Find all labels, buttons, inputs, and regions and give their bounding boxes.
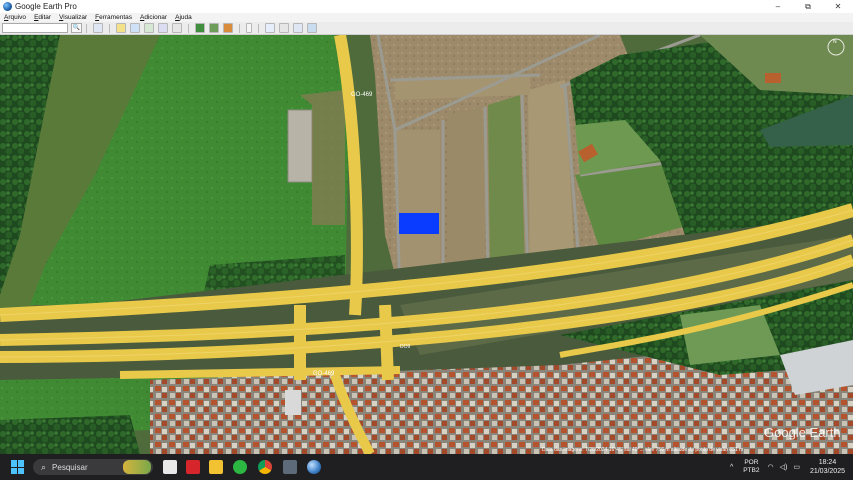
planets-icon[interactable]	[223, 23, 233, 33]
menu-ajuda[interactable]: Ajuda	[171, 14, 196, 21]
taskbar-search[interactable]: ⌕ Pesquisar	[33, 459, 153, 475]
taskbar-search-placeholder: Pesquisar	[52, 462, 88, 472]
white-building	[285, 390, 301, 415]
path-icon[interactable]	[144, 23, 154, 33]
menu-bar: Arquivo Editar Visualizar Ferramentas Ad…	[0, 13, 853, 22]
taskbar-app-icon[interactable]	[186, 460, 200, 474]
print-icon[interactable]	[279, 23, 289, 33]
taskbar: ⌕ Pesquisar ^ POR PTB2 ◠ ◁) ▭ 18:24 21/0…	[0, 454, 853, 480]
language-top: POR	[744, 459, 759, 466]
placemark-icon[interactable]	[116, 23, 126, 33]
menu-visualizar[interactable]: Visualizar	[55, 14, 91, 21]
toolbar-divider	[239, 23, 240, 33]
calculator-icon[interactable]	[283, 460, 297, 474]
compass-north-icon: N	[833, 39, 837, 45]
trees-bottom-left	[0, 415, 140, 454]
road-label-go-469-north: GO-469	[351, 92, 373, 98]
language-indicator[interactable]: POR PTB2	[743, 459, 759, 475]
language-bottom: PTB2	[743, 467, 760, 474]
map-view[interactable]: GO-469 GO-469 DO9 N Google Earth Data da…	[0, 35, 853, 454]
chrome-icon[interactable]	[258, 460, 272, 474]
file-explorer-icon[interactable]	[209, 460, 223, 474]
search-input[interactable]	[2, 23, 68, 33]
whatsapp-icon[interactable]	[233, 460, 247, 474]
minimize-button[interactable]: –	[763, 0, 793, 13]
historical-imagery-icon[interactable]	[195, 23, 205, 33]
clock-time: 18:24	[818, 459, 837, 466]
warehouse-building	[287, 109, 313, 183]
view-in-maps-icon[interactable]	[307, 23, 317, 33]
selected-area-polygon[interactable]	[399, 213, 439, 234]
start-button[interactable]	[11, 460, 25, 474]
toolbar-divider	[188, 23, 189, 33]
menu-adicionar[interactable]: Adicionar	[136, 14, 171, 21]
road-label-do9: DO9	[400, 344, 411, 350]
volume-icon[interactable]: ◁)	[780, 463, 788, 471]
search-button[interactable]: 🔍	[71, 23, 82, 33]
toolbar-divider	[258, 23, 259, 33]
task-view-icon[interactable]	[163, 460, 177, 474]
image-overlay-icon[interactable]	[158, 23, 168, 33]
email-icon[interactable]	[265, 23, 275, 33]
roof-top-right	[765, 73, 781, 83]
search-icon: 🔍	[72, 25, 81, 31]
road-label-go-469-south: GO-469	[313, 371, 335, 377]
title-bar: Google Earth Pro – ⧉ ✕	[0, 0, 853, 13]
polygon-icon[interactable]	[130, 23, 140, 33]
toolbar-divider	[109, 23, 110, 33]
wifi-icon[interactable]: ◠	[768, 463, 774, 471]
menu-ferramentas[interactable]: Ferramentas	[91, 14, 136, 21]
google-earth-icon	[3, 2, 12, 11]
battery-icon[interactable]: ▭	[793, 463, 800, 471]
clock-date: 21/03/2025	[809, 468, 845, 475]
menu-arquivo[interactable]: Arquivo	[0, 14, 30, 21]
google-earth-icon[interactable]	[307, 460, 321, 474]
search-icon: ⌕	[41, 461, 47, 472]
toolbar: 🔍	[0, 22, 853, 35]
google-earth-watermark: Google Earth	[764, 425, 841, 440]
window-controls: – ⧉ ✕	[763, 0, 853, 13]
ruler-icon[interactable]	[246, 23, 252, 33]
record-tour-icon[interactable]	[172, 23, 182, 33]
maximize-button[interactable]: ⧉	[793, 0, 823, 13]
lot-block-3	[488, 95, 525, 273]
search-highlight-icon	[123, 460, 151, 474]
lot-block-2	[447, 107, 485, 275]
system-tray: ^ POR PTB2 ◠ ◁) ▭ 18:24 21/03/2025	[730, 454, 853, 480]
go-469-south	[119, 366, 401, 379]
tray-chevron-icon[interactable]: ^	[730, 464, 733, 471]
window-title: Google Earth Pro	[15, 2, 77, 11]
sidebar-toggle-icon[interactable]	[93, 23, 103, 33]
save-image-icon[interactable]	[293, 23, 303, 33]
toolbar-divider	[86, 23, 87, 33]
menu-editar[interactable]: Editar	[30, 14, 55, 21]
clock[interactable]: 18:24 21/03/2025	[810, 458, 845, 476]
status-bar: Data das imagens: 7/28/2024 16°45' sul 4…	[542, 447, 743, 453]
sun-icon[interactable]	[209, 23, 219, 33]
close-button[interactable]: ✕	[823, 0, 853, 13]
